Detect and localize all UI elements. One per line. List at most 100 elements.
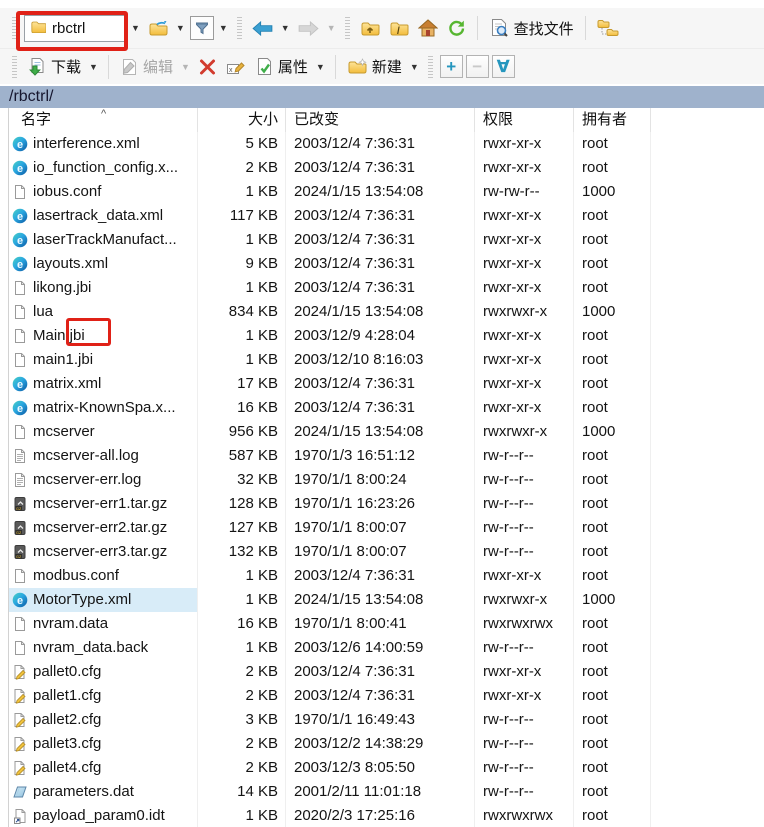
- synchronize-browsing-button[interactable]: [594, 17, 622, 40]
- file-owner: root: [574, 684, 651, 708]
- download-dropdown-arrow[interactable]: ▼: [87, 62, 100, 72]
- file-row[interactable]: e layouts.xml 9 KB 2003/12/4 7:36:31 rwx…: [0, 252, 764, 276]
- file-owner: root: [574, 660, 651, 684]
- file-changed-date: 2003/12/10 8:16:03: [286, 348, 475, 372]
- toolbar-grip[interactable]: [428, 56, 433, 78]
- column-header-size[interactable]: 大小: [198, 108, 286, 132]
- file-changed-date: 2003/12/4 7:36:31: [286, 276, 475, 300]
- edit-button[interactable]: 编辑: [117, 54, 176, 79]
- new-folder-icon: [347, 58, 368, 76]
- edge-file-icon: e: [12, 400, 28, 416]
- forward-button[interactable]: [295, 19, 322, 38]
- refresh-button[interactable]: [444, 17, 469, 39]
- address-dropdown-arrow[interactable]: ▼: [129, 23, 142, 33]
- filter-dropdown-arrow[interactable]: ▼: [217, 23, 230, 33]
- back-dropdown-arrow[interactable]: ▼: [279, 23, 292, 33]
- file-row[interactable]: mcserver 956 KB 2024/1/15 13:54:08 rwxrw…: [0, 420, 764, 444]
- file-row[interactable]: pallet3.cfg 2 KB 2003/12/2 14:38:29 rw-r…: [0, 732, 764, 756]
- properties-button[interactable]: 属性: [252, 54, 311, 79]
- file-row[interactable]: lua 834 KB 2024/1/15 13:54:08 rwxrwxr-x …: [0, 300, 764, 324]
- file-row[interactable]: nvram_data.back 1 KB 2003/12/6 14:00:59 …: [0, 636, 764, 660]
- file-changed-date: 2003/12/2 14:38:29: [286, 732, 475, 756]
- file-row[interactable]: e MotorType.xml 1 KB 2024/1/15 13:54:08 …: [0, 588, 764, 612]
- forward-dropdown-arrow[interactable]: ▼: [325, 23, 338, 33]
- column-header-spacer: [651, 108, 764, 132]
- file-row[interactable]: nvram.data 16 KB 1970/1/1 8:00:41 rwxrwx…: [0, 612, 764, 636]
- file-row[interactable]: mcserver-all.log 587 KB 1970/1/3 16:51:1…: [0, 444, 764, 468]
- find-files-button[interactable]: 查找文件: [486, 16, 577, 41]
- file-row[interactable]: payload_param0.idt 1 KB 2020/2/3 17:25:1…: [0, 804, 764, 827]
- current-path-bar[interactable]: /rbctrl/: [0, 86, 764, 108]
- file-name: layouts.xml: [33, 252, 108, 276]
- remove-filter-button[interactable]: −: [466, 55, 489, 78]
- file-size: 17 KB: [198, 372, 286, 396]
- cfg-file-icon: [12, 736, 28, 752]
- rename-button[interactable]: x: [223, 56, 249, 78]
- add-filter-button[interactable]: +: [440, 55, 463, 78]
- row-spacer: [651, 516, 764, 540]
- file-row[interactable]: GZ mcserver-err1.tar.gz 128 KB 1970/1/1 …: [0, 492, 764, 516]
- toolbar-grip[interactable]: [12, 17, 17, 39]
- file-row[interactable]: parameters.dat 14 KB 2001/2/11 11:01:18 …: [0, 780, 764, 804]
- download-button[interactable]: 下载: [24, 54, 84, 79]
- properties-dropdown-arrow[interactable]: ▼: [314, 62, 327, 72]
- open-directory-button[interactable]: [145, 18, 171, 39]
- file-owner: root: [574, 636, 651, 660]
- file-row[interactable]: GZ mcserver-err3.tar.gz 132 KB 1970/1/1 …: [0, 540, 764, 564]
- file-row[interactable]: likong.jbi 1 KB 2003/12/4 7:36:31 rwxr-x…: [0, 276, 764, 300]
- toolbar-grip[interactable]: [345, 17, 350, 39]
- column-header-permissions[interactable]: 权限: [475, 108, 574, 132]
- root-directory-button[interactable]: /: [386, 18, 412, 39]
- file-changed-date: 2003/12/6 14:00:59: [286, 636, 475, 660]
- file-owner: root: [574, 204, 651, 228]
- toolbar-grip[interactable]: [12, 56, 17, 78]
- file-row[interactable]: e matrix-KnownSpa.x... 16 KB 2003/12/4 7…: [0, 396, 764, 420]
- file-row[interactable]: pallet4.cfg 2 KB 2003/12/3 8:05:50 rw-r-…: [0, 756, 764, 780]
- file-name: mcserver-err1.tar.gz: [33, 492, 167, 516]
- file-size: 128 KB: [198, 492, 286, 516]
- file-row[interactable]: mcserver-err.log 32 KB 1970/1/1 8:00:24 …: [0, 468, 764, 492]
- new-dropdown-arrow[interactable]: ▼: [408, 62, 421, 72]
- file-row[interactable]: e laserTrackManufact... 1 KB 2003/12/4 7…: [0, 228, 764, 252]
- svg-text:e: e: [17, 595, 23, 607]
- folder-root-icon: /: [389, 20, 409, 37]
- new-button[interactable]: 新建: [344, 54, 405, 79]
- file-size: 1 KB: [198, 276, 286, 300]
- file-row[interactable]: e io_function_config.x... 2 KB 2003/12/4…: [0, 156, 764, 180]
- toolbar-grip[interactable]: [237, 17, 242, 39]
- folder-up-icon: [360, 20, 380, 37]
- file-row[interactable]: pallet0.cfg 2 KB 2003/12/4 7:36:31 rwxr-…: [0, 660, 764, 684]
- file-list: e interference.xml 5 KB 2003/12/4 7:36:3…: [0, 132, 764, 827]
- file-row[interactable]: Main.jbi 1 KB 2003/12/9 4:28:04 rwxr-xr-…: [0, 324, 764, 348]
- gz-file-icon: GZ: [12, 520, 28, 536]
- delete-button[interactable]: [195, 56, 220, 78]
- file-row[interactable]: modbus.conf 1 KB 2003/12/4 7:36:31 rwxr-…: [0, 564, 764, 588]
- file-row[interactable]: e lasertrack_data.xml 117 KB 2003/12/4 7…: [0, 204, 764, 228]
- home-directory-button[interactable]: [415, 17, 441, 39]
- file-row[interactable]: main1.jbi 1 KB 2003/12/10 8:16:03 rwxr-x…: [0, 348, 764, 372]
- file-owner: 1000: [574, 588, 651, 612]
- file-row[interactable]: pallet1.cfg 2 KB 2003/12/4 7:36:31 rwxr-…: [0, 684, 764, 708]
- file-file-icon: [12, 184, 28, 200]
- directory-address-combobox[interactable]: rbctrl: [24, 15, 126, 42]
- filter-button[interactable]: [190, 16, 214, 40]
- edit-dropdown-arrow[interactable]: ▼: [179, 62, 192, 72]
- file-owner: root: [574, 756, 651, 780]
- file-changed-date: 2024/1/15 13:54:08: [286, 588, 475, 612]
- column-header-owner[interactable]: 拥有者: [574, 108, 651, 132]
- column-header-name[interactable]: 名字 ^: [9, 108, 198, 132]
- file-row[interactable]: e matrix.xml 17 KB 2003/12/4 7:36:31 rwx…: [0, 372, 764, 396]
- file-name: lasertrack_data.xml: [33, 204, 163, 228]
- file-row[interactable]: e interference.xml 5 KB 2003/12/4 7:36:3…: [0, 132, 764, 156]
- column-header-changed[interactable]: 已改变: [286, 108, 475, 132]
- file-row[interactable]: GZ mcserver-err2.tar.gz 127 KB 1970/1/1 …: [0, 516, 764, 540]
- select-files-button[interactable]: ∀: [492, 55, 515, 78]
- delete-x-icon: [198, 58, 217, 76]
- parent-directory-button[interactable]: [357, 18, 383, 39]
- file-row[interactable]: iobus.conf 1 KB 2024/1/15 13:54:08 rw-rw…: [0, 180, 764, 204]
- file-row[interactable]: pallet2.cfg 3 KB 1970/1/1 16:49:43 rw-r-…: [0, 708, 764, 732]
- toolbar-separator: [108, 55, 109, 79]
- back-button[interactable]: [249, 19, 276, 38]
- row-spacer: [651, 804, 764, 827]
- open-directory-dropdown-arrow[interactable]: ▼: [174, 23, 187, 33]
